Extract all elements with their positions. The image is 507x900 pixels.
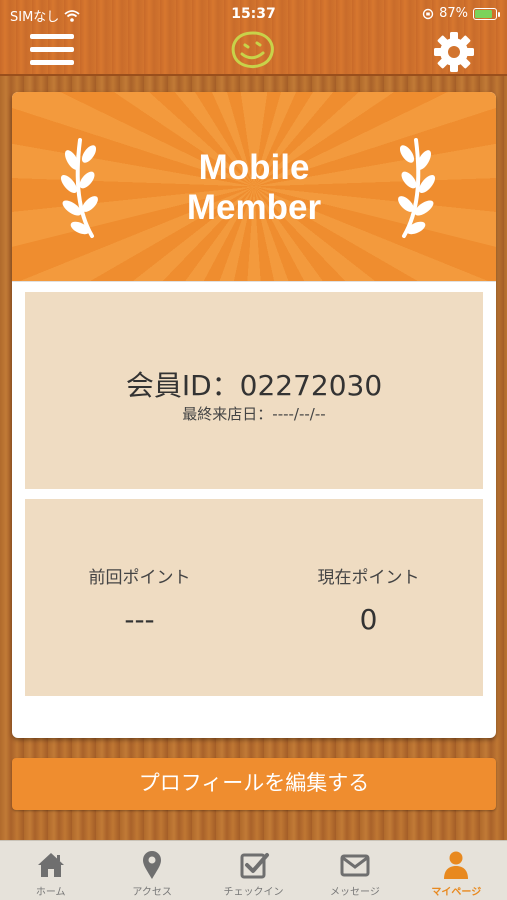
laurel-right-icon bbox=[398, 138, 436, 238]
checkin-icon bbox=[240, 853, 269, 879]
current-points: 現在ポイント 0 bbox=[254, 563, 483, 636]
menu-icon-bar bbox=[30, 34, 74, 39]
member-id: 会員ID：02272030 bbox=[125, 369, 383, 402]
tab-message-label: メッセージ bbox=[330, 887, 380, 898]
previous-points-value: --- bbox=[124, 603, 155, 636]
tab-mypage[interactable]: マイページ bbox=[406, 841, 507, 900]
member-card: Mobile Member 会員ID：02272030 最終来店日：----/-… bbox=[12, 92, 496, 738]
menu-button[interactable] bbox=[30, 34, 74, 68]
settings-gear-icon[interactable] bbox=[432, 30, 476, 74]
previous-points-label: 前回ポイント bbox=[88, 568, 191, 588]
edit-profile-button[interactable]: プロフィールを編集する bbox=[12, 758, 496, 810]
battery-icon bbox=[473, 7, 500, 20]
mail-icon bbox=[340, 854, 370, 877]
tab-home[interactable]: ホーム bbox=[0, 841, 101, 900]
menu-icon-bar bbox=[30, 60, 74, 65]
user-icon bbox=[444, 851, 469, 879]
tab-checkin-label: チェックイン bbox=[223, 887, 284, 898]
map-pin-icon bbox=[143, 851, 162, 879]
current-points-label: 現在ポイント bbox=[317, 568, 420, 588]
member-id-panel: 会員ID：02272030 最終来店日：----/--/-- bbox=[25, 292, 483, 489]
logo-smile-icon bbox=[231, 31, 274, 69]
tab-mypage-label: マイページ bbox=[431, 887, 482, 898]
home-icon bbox=[37, 853, 64, 877]
current-points-value: 0 bbox=[359, 603, 378, 636]
bottom-tab-bar: ホーム アクセス チェックイン メッセージ マイページ bbox=[0, 840, 507, 900]
tab-access-label: アクセス bbox=[132, 887, 172, 898]
menu-icon-bar bbox=[30, 47, 74, 52]
tab-access[interactable]: アクセス bbox=[101, 841, 202, 900]
battery-percent: 87% bbox=[439, 6, 468, 21]
status-right: 87% bbox=[422, 6, 500, 21]
orientation-lock-icon bbox=[422, 8, 434, 19]
points-panel: 前回ポイント --- 現在ポイント 0 bbox=[25, 499, 483, 696]
tab-message[interactable]: メッセージ bbox=[304, 841, 405, 900]
last-visit-date: 最終来店日：----/--/-- bbox=[182, 405, 326, 423]
status-bar: SIMなし 15:37 87% bbox=[0, 4, 507, 25]
tab-checkin[interactable]: チェックイン bbox=[203, 841, 304, 900]
app-header: SIMなし 15:37 87% bbox=[0, 0, 507, 76]
member-banner: Mobile Member bbox=[12, 92, 496, 282]
tab-home-label: ホーム bbox=[35, 887, 66, 898]
previous-points: 前回ポイント --- bbox=[25, 563, 254, 636]
